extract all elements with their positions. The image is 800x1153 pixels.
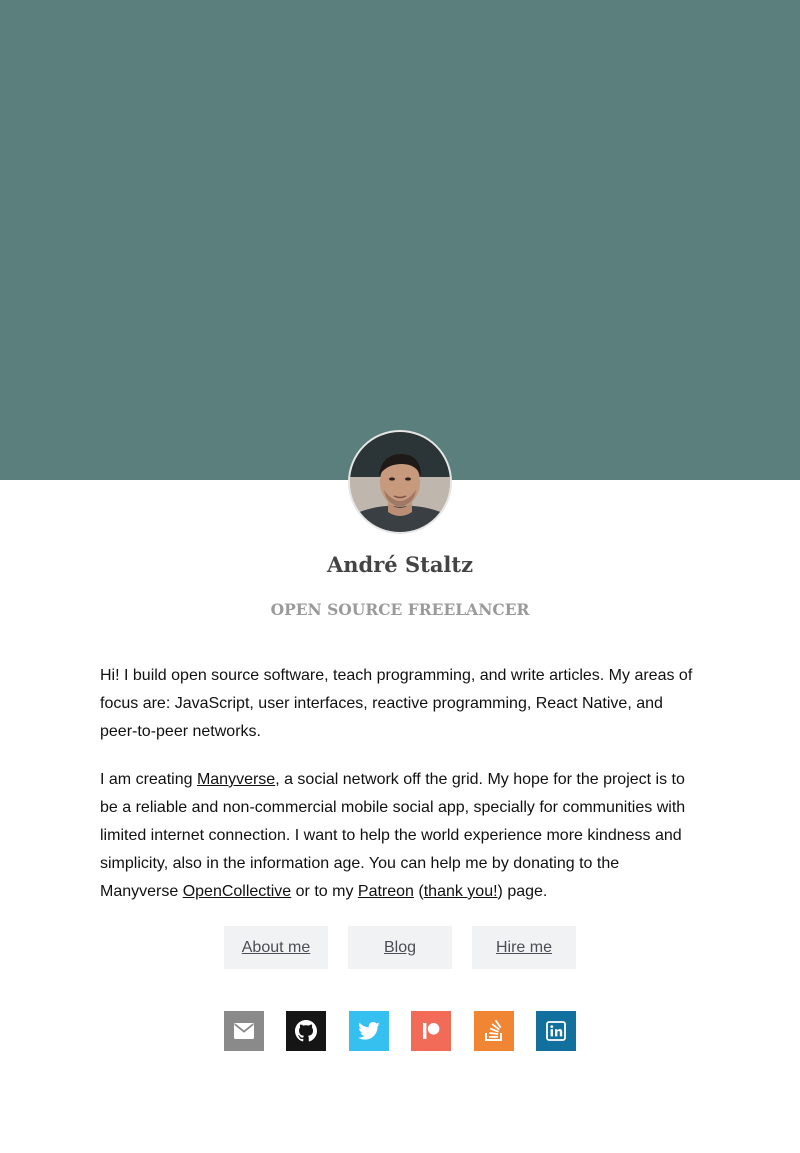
bio-text: I am creating [100, 771, 197, 788]
social-links [224, 1011, 576, 1051]
bio-manyverse-paragraph: I am creating Manyverse, a social networ… [100, 766, 700, 906]
envelope-icon [234, 1023, 254, 1039]
linkedin-link[interactable] [536, 1011, 576, 1051]
bio-intro-paragraph: Hi! I build open source software, teach … [100, 667, 693, 740]
bio-text: ) page. [497, 883, 548, 900]
patreon-link[interactable] [411, 1011, 451, 1051]
hire-me-button[interactable]: Hire me [472, 926, 576, 969]
manyverse-link[interactable]: Manyverse [197, 771, 275, 788]
linkedin-icon [546, 1021, 566, 1041]
avatar [348, 430, 452, 534]
thank-you-link[interactable]: thank you! [424, 883, 498, 900]
hero-banner [0, 0, 800, 480]
profile-name: André Staltz [326, 552, 474, 577]
bio: Hi! I build open source software, teach … [100, 662, 700, 926]
bio-text: ( [413, 883, 424, 900]
patreon-icon [423, 1023, 440, 1039]
avatar-photo [350, 432, 450, 532]
about-me-button[interactable]: About me [224, 926, 328, 969]
stackoverflow-icon [485, 1020, 502, 1041]
nav-buttons: About me Blog Hire me [224, 926, 576, 969]
twitter-link[interactable] [349, 1011, 389, 1051]
github-icon [295, 1020, 317, 1042]
github-link[interactable] [286, 1011, 326, 1051]
profile-tagline: OPEN SOURCE FREELANCER [270, 600, 530, 619]
opencollective-link[interactable]: OpenCollective [183, 883, 292, 900]
bio-text: or to my [291, 883, 358, 900]
patreon-link[interactable]: Patreon [358, 883, 414, 900]
email-link[interactable] [224, 1011, 264, 1051]
stackoverflow-link[interactable] [474, 1011, 514, 1051]
twitter-icon [358, 1022, 380, 1040]
blog-button[interactable]: Blog [348, 926, 452, 969]
bio-text: , a social network off the grid. My hope… [100, 771, 686, 900]
